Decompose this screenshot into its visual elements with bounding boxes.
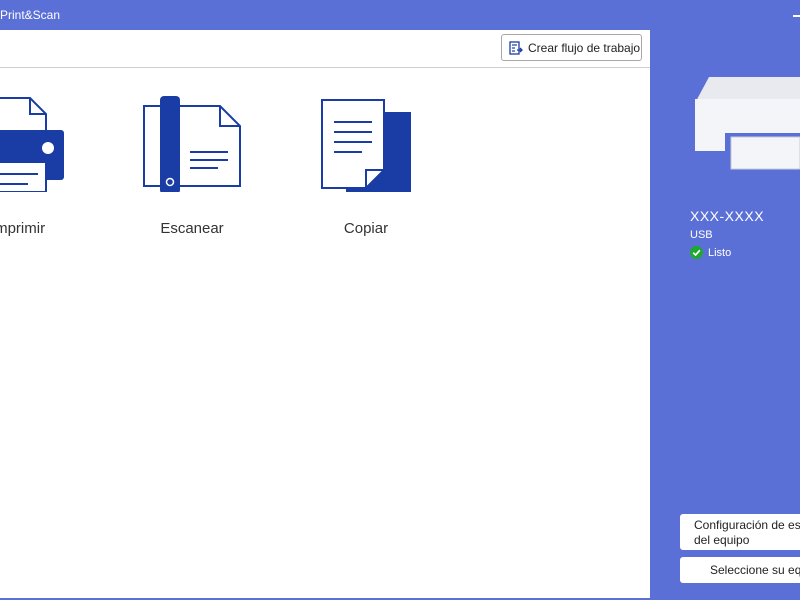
- minimize-button[interactable]: [793, 15, 800, 17]
- select-device-button[interactable]: Seleccione su equipo: [680, 557, 800, 583]
- scan-tile[interactable]: Escanear: [122, 92, 262, 242]
- create-workflow-button[interactable]: Crear flujo de trabajo: [501, 34, 642, 61]
- main-panel: Crear flujo de trabajo Imprimir Escanear: [0, 30, 650, 598]
- device-status: Listo: [690, 246, 731, 259]
- app-title: Print&Scan: [0, 8, 61, 22]
- scan-settings-line1: Configuración de escaneo: [694, 518, 800, 532]
- device-status-label: Listo: [708, 246, 732, 259]
- device-scan-settings-button[interactable]: Configuración de escaneo del equipo: [680, 514, 800, 550]
- device-printer-icon: [695, 77, 800, 175]
- copy-icon: [321, 99, 411, 192]
- scanner-icon: [143, 96, 241, 192]
- toolbar: Crear flujo de trabajo: [0, 30, 650, 68]
- select-device-label: Seleccione su equipo: [710, 563, 800, 577]
- check-icon: [690, 246, 703, 259]
- copy-tile[interactable]: Copiar: [296, 92, 436, 242]
- scan-settings-line2: del equipo: [694, 533, 750, 547]
- print-label: Imprimir: [0, 220, 46, 237]
- print-tile[interactable]: Imprimir: [0, 92, 88, 242]
- workflow-icon: [509, 40, 523, 55]
- device-model: XXX-XXXX: [690, 208, 765, 224]
- title-bar: Print&Scan: [0, 0, 800, 30]
- scan-label: Escanear: [160, 220, 224, 237]
- device-panel: XXX-XXXX USB Listo Configuración de esca…: [650, 30, 800, 598]
- printer-icon: [0, 97, 64, 192]
- device-connection: USB: [690, 229, 713, 241]
- create-workflow-label: Crear flujo de trabajo: [528, 40, 641, 55]
- copy-label: Copiar: [343, 220, 389, 237]
